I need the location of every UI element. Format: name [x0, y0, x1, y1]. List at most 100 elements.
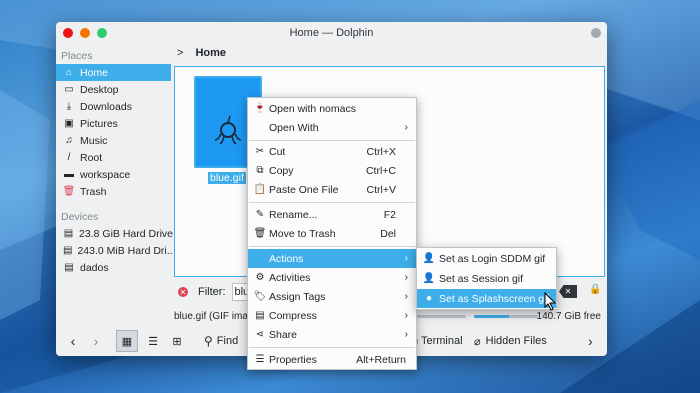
drive-icon: ▤	[63, 228, 74, 239]
trash-icon: 🗑	[253, 228, 267, 239]
icons-view-icon[interactable]: ▦	[116, 330, 138, 352]
find-button[interactable]: ⚲ Find	[204, 330, 238, 352]
window-menu-button[interactable]	[591, 28, 601, 38]
breadcrumb-current[interactable]: Home	[195, 47, 226, 59]
menu-separator	[249, 140, 415, 141]
hidden-files-icon: ⌀	[474, 335, 481, 348]
menu-separator	[249, 246, 415, 247]
menu-label: Share	[269, 328, 298, 341]
menu-compress[interactable]: ▤ Compress ›	[248, 306, 416, 325]
close-window-button[interactable]	[63, 28, 73, 38]
menu-label: Open with nomacs	[269, 102, 356, 115]
menu-shortcut: Ctrl+C	[365, 164, 396, 177]
menu-label: Set as Login SDDM gif	[439, 252, 546, 265]
compact-view-icon[interactable]: ☰	[142, 330, 164, 352]
menu-label: Assign Tags	[269, 290, 326, 303]
menu-move-to-trash[interactable]: 🗑 Move to Trash Del	[248, 224, 416, 243]
menu-activities[interactable]: ⚙ Activities ›	[248, 268, 416, 287]
context-menu: 🍷 Open with nomacs Open With › ✂ Cut Ctrl+X …	[247, 97, 417, 370]
close-filter-icon[interactable]: ✕	[178, 287, 188, 297]
menu-separator	[249, 202, 415, 203]
maximize-window-button[interactable]	[97, 28, 107, 38]
menu-label: Properties	[269, 353, 317, 366]
places-item-downloads[interactable]: ⤓ Downloads	[56, 98, 173, 115]
menu-assign-tags[interactable]: 🏷 Assign Tags ›	[248, 287, 416, 306]
menu-shortcut: Ctrl+V	[366, 183, 396, 196]
menu-share[interactable]: ⋖ Share ›	[248, 325, 416, 344]
breadcrumb-arrow[interactable]: >	[177, 47, 183, 59]
places-item-trash[interactable]: 🗑 Trash	[56, 183, 173, 200]
menu-open-with-nomacs[interactable]: 🍷 Open with nomacs	[248, 99, 416, 118]
chevron-right-icon: ›	[404, 253, 408, 264]
places-header: Places	[61, 50, 93, 62]
filter-label: Filter:	[198, 286, 226, 298]
places-panel: Places ⌂ Home ▭ Desktop ⤓ Downloads ▣ Pictur…	[56, 44, 173, 310]
paste-icon: 📋	[253, 184, 267, 195]
folder-icon: ▬	[64, 169, 74, 180]
mouse-cursor-icon	[544, 292, 557, 311]
music-icon: ♫	[65, 135, 73, 146]
chevron-right-icon: ›	[404, 310, 408, 321]
places-item-label: workspace	[80, 168, 131, 181]
find-label: Find	[216, 335, 239, 347]
menu-paste[interactable]: 📋 Paste One File Ctrl+V	[248, 180, 416, 199]
menu-open-with[interactable]: Open With ›	[248, 118, 416, 137]
submenu-set-login-sddm[interactable]: 👤 Set as Login SDDM gif	[417, 249, 556, 268]
menu-label: Set as Session gif	[439, 272, 524, 285]
more-toolbar-icon[interactable]: ›	[588, 330, 593, 352]
file-name-label[interactable]: blue.gif	[208, 172, 246, 184]
menu-shortcut: Del	[380, 227, 396, 240]
chevron-right-icon: ›	[404, 329, 408, 340]
device-item-2[interactable]: ▤ 243.0 MiB Hard Dri...	[56, 242, 173, 259]
splash-icon: ●	[425, 293, 433, 304]
places-item-pictures[interactable]: ▣ Pictures	[56, 115, 173, 132]
menu-shortcut: Alt+Return	[356, 353, 406, 366]
back-icon[interactable]: ‹	[65, 330, 81, 352]
menu-label: Open With	[269, 121, 319, 134]
chevron-right-icon: ›	[404, 291, 408, 302]
share-icon: ⋖	[255, 329, 265, 340]
menu-cut[interactable]: ✂ Cut Ctrl+X	[248, 142, 416, 161]
places-item-workspace[interactable]: ▬ workspace	[56, 166, 173, 183]
places-item-root[interactable]: / Root	[56, 149, 173, 166]
desktop-icon: ▭	[64, 84, 74, 95]
archive-icon: ▤	[255, 310, 265, 321]
trash-icon: 🗑	[62, 186, 76, 197]
breadcrumb: > Home	[173, 44, 226, 62]
places-item-music[interactable]: ♫ Music	[56, 132, 173, 149]
submenu-set-session[interactable]: 👤 Set as Session gif	[417, 269, 556, 288]
places-item-label: Pictures	[80, 117, 118, 130]
actions-submenu: 👤 Set as Login SDDM gif 👤 Set as Session g…	[416, 247, 557, 310]
device-item-1[interactable]: ▤ 23.8 GiB Hard Drive	[56, 225, 173, 242]
menu-properties[interactable]: ☰ Properties Alt+Return	[248, 350, 416, 369]
places-item-label: Downloads	[80, 100, 132, 113]
forward-icon[interactable]: ›	[88, 330, 104, 352]
menu-rename[interactable]: ✎ Rename... F2	[248, 205, 416, 224]
places-item-label: Music	[80, 134, 108, 147]
places-item-home[interactable]: ⌂ Home	[56, 64, 171, 81]
places-item-label: Trash	[80, 185, 107, 198]
chevron-right-icon: ›	[404, 122, 408, 133]
menu-shortcut: F2	[383, 208, 396, 221]
free-space-fill	[474, 315, 510, 318]
submenu-set-splashscreen[interactable]: ● Set as Splashscreen gif	[417, 289, 556, 308]
menu-label: Cut	[269, 145, 286, 158]
menu-actions[interactable]: Actions ›	[248, 249, 416, 268]
details-view-icon[interactable]: ⊞	[166, 330, 188, 352]
device-item-3[interactable]: ▤ dados	[56, 259, 173, 276]
menu-label: Move to Trash	[269, 227, 336, 240]
device-item-label: 23.8 GiB Hard Drive	[79, 227, 173, 240]
chevron-right-icon: ›	[404, 272, 408, 283]
hidden-files-button[interactable]: ⌀ Hidden Files	[474, 330, 547, 352]
zoom-slider[interactable]	[414, 315, 466, 318]
terminal-button[interactable]: n Terminal	[412, 330, 463, 352]
lock-icon[interactable]: 🔒	[589, 284, 601, 295]
places-item-desktop[interactable]: ▭ Desktop	[56, 81, 173, 98]
clear-filter-icon[interactable]: ✕	[559, 285, 577, 298]
menu-shortcut: Ctrl+X	[366, 145, 396, 158]
devices-header: Devices	[61, 211, 99, 223]
drive-icon: ▤	[64, 262, 74, 273]
minimize-window-button[interactable]	[80, 28, 90, 38]
menu-copy[interactable]: ⧉ Copy Ctrl+C	[248, 161, 416, 180]
menu-label: Actions	[269, 252, 304, 265]
